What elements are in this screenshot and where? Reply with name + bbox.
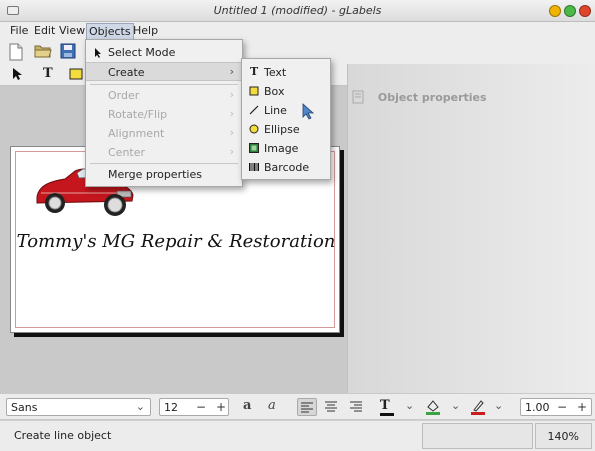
object-properties-panel	[347, 64, 595, 393]
line-width-spinner[interactable]: 1.00 − +	[520, 398, 592, 416]
chevron-right-icon: ›	[229, 65, 234, 78]
decrease-width-button[interactable]: −	[557, 400, 567, 414]
barcode-icon	[249, 163, 259, 171]
ellipse-icon	[249, 124, 259, 134]
menu-file[interactable]: File	[8, 24, 30, 37]
menu-view[interactable]: View	[57, 24, 87, 37]
italic-icon[interactable]: a	[268, 398, 288, 416]
object-properties-title: Object properties	[377, 91, 487, 104]
text-tool-icon[interactable]: T	[43, 66, 61, 84]
menu-help[interactable]: Help	[131, 24, 160, 37]
select-arrow-icon[interactable]	[10, 66, 28, 84]
objects-menu: Select Mode Create › Order › Rotate/Flip…	[85, 39, 243, 187]
menu-item-rotate-flip: Rotate/Flip ›	[108, 107, 234, 121]
font-family-select[interactable]: Sans ⌄	[6, 398, 151, 416]
line-color-icon[interactable]	[469, 398, 489, 416]
arrow-pointer-icon	[95, 48, 101, 58]
menu-separator	[90, 84, 238, 85]
menu-item-alignment: Alignment ›	[108, 126, 234, 140]
menu-item-merge-properties[interactable]: Merge properties	[86, 165, 242, 184]
chevron-down-icon[interactable]: ⌄	[405, 399, 414, 412]
line-icon	[249, 105, 259, 115]
fill-color-icon[interactable]	[424, 398, 444, 416]
image-icon	[249, 143, 259, 153]
bold-icon[interactable]: a	[243, 398, 263, 416]
create-item-box[interactable]: Box	[242, 82, 330, 101]
object-properties-header: Object properties	[352, 90, 487, 104]
new-file-icon[interactable]	[8, 43, 26, 61]
create-item-text[interactable]: T Text	[242, 63, 330, 82]
menu-edit[interactable]: Edit	[32, 24, 57, 37]
chevron-right-icon: ›	[229, 126, 234, 139]
status-zoom: 140%	[535, 423, 592, 449]
align-right-icon[interactable]	[347, 398, 367, 416]
increase-size-button[interactable]: +	[216, 400, 226, 414]
maximize-button[interactable]	[564, 5, 576, 17]
menu-item-order: Order ›	[108, 88, 234, 102]
menu-separator	[90, 163, 238, 164]
create-item-ellipse[interactable]: Ellipse	[242, 120, 330, 139]
text-color-icon[interactable]: T	[380, 398, 400, 416]
align-left-icon[interactable]	[297, 398, 317, 416]
format-toolbar: Sans ⌄ 12 − + a a T ⌄ ⌄ ⌄ 1.00 − +	[0, 393, 595, 419]
text-icon: T	[250, 65, 259, 78]
decrease-size-button[interactable]: −	[196, 400, 206, 414]
chevron-right-icon: ›	[229, 88, 234, 101]
chevron-right-icon: ›	[229, 145, 234, 158]
menu-item-create[interactable]: Create ›	[86, 62, 242, 81]
menu-item-select-mode[interactable]: Select Mode	[86, 43, 242, 62]
chevron-down-icon[interactable]: ⌄	[451, 399, 460, 412]
box-icon	[249, 86, 259, 96]
status-message: Create line object	[14, 429, 112, 442]
chevron-down-icon: ⌄	[135, 400, 145, 413]
save-icon[interactable]	[60, 43, 78, 61]
create-submenu: T Text Box Line Ellipse Image Barcode	[241, 58, 331, 180]
close-button[interactable]	[579, 5, 591, 17]
title-bar: Untitled 1 (modified) - gLabels	[0, 0, 595, 22]
menu-item-center: Center ›	[108, 145, 234, 159]
font-size-spinner[interactable]: 12 − +	[159, 398, 229, 416]
align-center-icon[interactable]	[322, 398, 342, 416]
open-folder-icon[interactable]	[34, 43, 52, 61]
mouse-cursor-icon	[302, 103, 315, 120]
menu-objects[interactable]: Objects	[86, 23, 134, 40]
status-bar: Create line object 140%	[0, 420, 595, 451]
menu-bar: File Edit View Objects Help	[0, 22, 595, 40]
status-cursor-position	[422, 423, 533, 449]
minimize-button[interactable]	[549, 5, 561, 17]
create-item-barcode[interactable]: Barcode	[242, 158, 330, 177]
properties-icon	[352, 90, 364, 104]
chevron-right-icon: ›	[229, 107, 234, 120]
window-title: Untitled 1 (modified) - gLabels	[213, 4, 382, 17]
increase-width-button[interactable]: +	[577, 400, 587, 414]
label-text[interactable]: Tommy's MG Repair & Restoration	[11, 231, 341, 252]
chevron-down-icon[interactable]: ⌄	[494, 399, 503, 412]
create-item-image[interactable]: Image	[242, 139, 330, 158]
